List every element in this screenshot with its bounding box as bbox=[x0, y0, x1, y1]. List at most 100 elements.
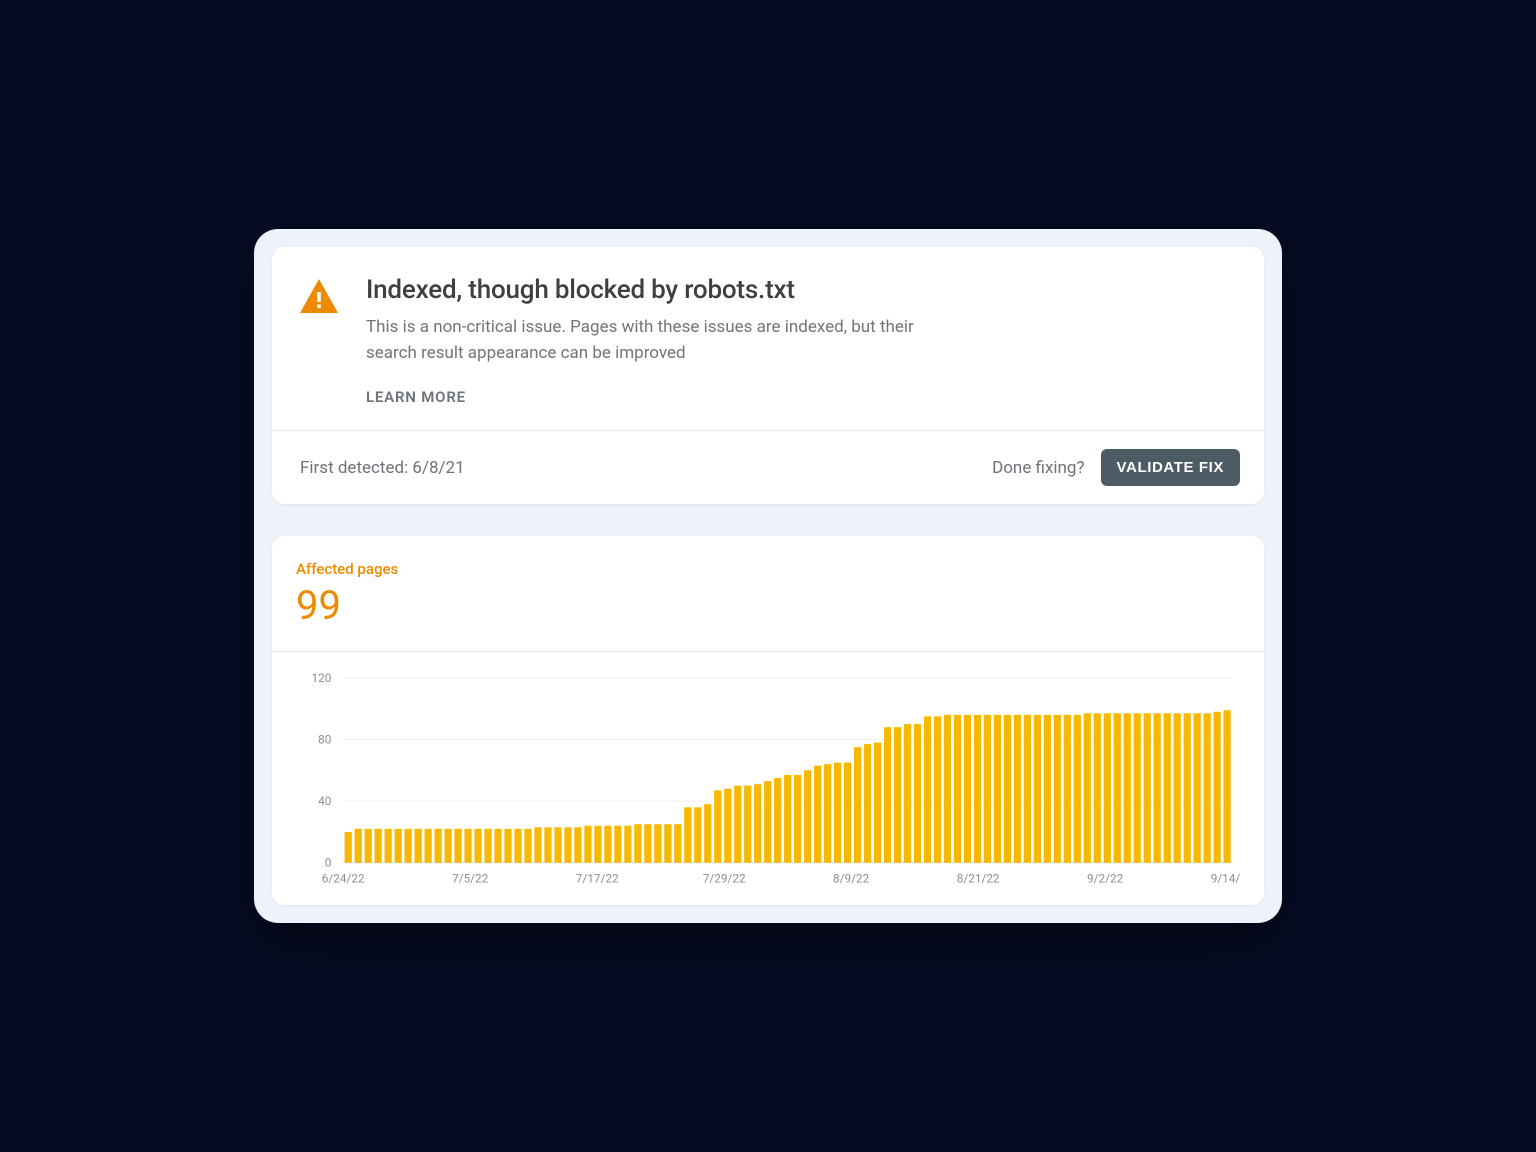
chart-bar bbox=[365, 829, 372, 863]
validate-fix-button[interactable]: VALIDATE FIX bbox=[1101, 449, 1240, 486]
first-detected-label: First detected: 6/8/21 bbox=[300, 458, 465, 478]
chart-bar bbox=[405, 829, 412, 863]
warning-icon bbox=[300, 279, 338, 317]
chart-bar bbox=[375, 829, 382, 863]
chart-bar bbox=[1144, 714, 1151, 863]
affected-pages-label: Affected pages bbox=[296, 560, 1240, 578]
chart-bar bbox=[804, 771, 811, 863]
chart-bar bbox=[1094, 714, 1101, 863]
chart-bar bbox=[944, 715, 951, 863]
chart-bar bbox=[544, 828, 551, 863]
chart-bar bbox=[1174, 714, 1181, 863]
chart-bar bbox=[514, 829, 521, 863]
chart-bar bbox=[824, 764, 831, 863]
chart-bar bbox=[1004, 715, 1011, 863]
svg-text:80: 80 bbox=[318, 733, 331, 747]
chart-bar bbox=[864, 744, 871, 863]
chart-bar bbox=[494, 829, 501, 863]
chart-bar bbox=[425, 829, 432, 863]
chart-bar bbox=[914, 724, 921, 863]
svg-text:9/14/22: 9/14/22 bbox=[1211, 872, 1240, 886]
chart-bar bbox=[1084, 714, 1091, 863]
chart-bar bbox=[345, 832, 352, 863]
chart-bar bbox=[534, 828, 541, 863]
chart-bar bbox=[874, 743, 881, 863]
chart-bar bbox=[644, 825, 651, 864]
done-fixing-label: Done fixing? bbox=[992, 458, 1084, 478]
svg-text:7/29/22: 7/29/22 bbox=[703, 872, 746, 886]
chart-bar bbox=[634, 825, 641, 864]
chart-bar bbox=[814, 766, 821, 863]
chart-bar bbox=[794, 775, 801, 863]
issue-header: Indexed, though blocked by robots.txt Th… bbox=[272, 247, 1264, 430]
chart-bar bbox=[764, 781, 771, 863]
chart-bar bbox=[415, 829, 422, 863]
chart-bar bbox=[1054, 715, 1061, 863]
affected-pages-chart: 040801206/24/227/5/227/17/227/29/228/9/2… bbox=[296, 670, 1240, 886]
chart-bar bbox=[355, 829, 362, 863]
chart-bar bbox=[1024, 715, 1031, 863]
chart-bar bbox=[574, 828, 581, 863]
chart-bar bbox=[594, 826, 601, 863]
chart-bar bbox=[1224, 711, 1231, 864]
chart-bar bbox=[844, 763, 851, 863]
chart-bar bbox=[664, 825, 671, 864]
svg-text:0: 0 bbox=[325, 856, 332, 870]
svg-text:40: 40 bbox=[318, 794, 331, 808]
learn-more-link[interactable]: LEARN MORE bbox=[366, 388, 466, 406]
issue-title: Indexed, though blocked by robots.txt bbox=[366, 275, 966, 305]
chart-bar bbox=[1194, 714, 1201, 863]
action-row: First detected: 6/8/21 Done fixing? VALI… bbox=[272, 431, 1264, 504]
chart-bar bbox=[1014, 715, 1021, 863]
chart-bar bbox=[734, 786, 741, 863]
chart-bar bbox=[954, 715, 961, 863]
chart-bar bbox=[1034, 715, 1041, 863]
issue-subtitle: This is a non-critical issue. Pages with… bbox=[366, 315, 966, 366]
svg-text:6/24/22: 6/24/22 bbox=[322, 872, 365, 886]
chart-bar bbox=[854, 748, 861, 864]
chart-bar bbox=[484, 829, 491, 863]
chart-bar bbox=[904, 724, 911, 863]
chart-bar bbox=[454, 829, 461, 863]
chart-bar bbox=[554, 828, 561, 863]
issue-summary-card: Indexed, though blocked by robots.txt Th… bbox=[272, 247, 1264, 504]
chart-bar bbox=[524, 829, 531, 863]
chart-bar bbox=[1114, 714, 1121, 863]
chart-card: Affected pages 99 040801206/24/227/5/227… bbox=[272, 536, 1264, 904]
affected-pages-value: 99 bbox=[296, 582, 1240, 629]
chart-bar bbox=[974, 715, 981, 863]
chart-bar bbox=[614, 826, 621, 863]
chart-bar bbox=[724, 789, 731, 863]
issue-text-block: Indexed, though blocked by robots.txt Th… bbox=[366, 275, 966, 406]
svg-text:7/17/22: 7/17/22 bbox=[576, 872, 619, 886]
chart-bar bbox=[694, 808, 701, 863]
chart-bar bbox=[774, 778, 781, 863]
chart-bar bbox=[674, 825, 681, 864]
svg-text:8/21/22: 8/21/22 bbox=[957, 872, 1000, 886]
chart-bar bbox=[444, 829, 451, 863]
svg-text:7/5/22: 7/5/22 bbox=[452, 872, 489, 886]
chart-bar bbox=[435, 829, 442, 863]
action-right: Done fixing? VALIDATE FIX bbox=[992, 449, 1240, 486]
bar-chart-svg: 040801206/24/227/5/227/17/227/29/228/9/2… bbox=[296, 670, 1240, 886]
chart-bar bbox=[654, 825, 661, 864]
chart-bar bbox=[385, 829, 392, 863]
chart-bar bbox=[1134, 714, 1141, 863]
chart-bar bbox=[1104, 714, 1111, 863]
chart-bar bbox=[964, 715, 971, 863]
chart-bar bbox=[934, 717, 941, 863]
chart-bar bbox=[1074, 715, 1081, 863]
chart-bar bbox=[754, 784, 761, 863]
chart-bar bbox=[924, 717, 931, 863]
chart-bar bbox=[834, 763, 841, 863]
chart-bar bbox=[584, 826, 591, 863]
chart-bar bbox=[624, 826, 631, 863]
chart-bar bbox=[504, 829, 511, 863]
chart-bar bbox=[1204, 714, 1211, 863]
chart-bar bbox=[704, 805, 711, 864]
chart-bar bbox=[994, 715, 1001, 863]
chart-bar bbox=[714, 791, 721, 863]
svg-text:9/2/22: 9/2/22 bbox=[1087, 872, 1124, 886]
chart-bar bbox=[1154, 714, 1161, 863]
chart-bar bbox=[894, 727, 901, 863]
